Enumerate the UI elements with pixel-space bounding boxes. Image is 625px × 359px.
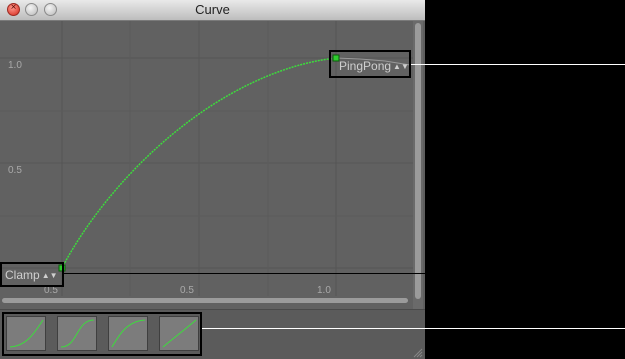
ease-in-curve-icon — [9, 319, 44, 348]
horizontal-scrollbar[interactable] — [2, 296, 410, 304]
presets-callout-line — [202, 328, 625, 329]
y-tick-label: 0.5 — [8, 165, 22, 176]
presets-bar — [0, 309, 425, 359]
resize-grip-icon[interactable] — [413, 348, 423, 358]
post-wrap-callout-line — [411, 64, 625, 65]
post-wrap-mode-label: PingPong — [339, 59, 392, 73]
pre-wrap-mode-select[interactable]: Clamp ▲▼ — [5, 268, 58, 282]
title-bar[interactable]: × Curve — [0, 0, 425, 21]
preset-ease-out[interactable] — [108, 316, 148, 351]
pre-wrap-mode-label: Clamp — [5, 268, 40, 282]
curve-window: × Curve 1.0 0.5 0.5 0.5 1.0 Clamp ▲▼ Pin… — [0, 0, 425, 359]
horizontal-scroll-thumb[interactable] — [2, 298, 408, 303]
x-tick-label: 1.0 — [317, 285, 331, 296]
window-title: Curve — [195, 2, 230, 17]
up-down-arrows-icon: ▲▼ — [41, 271, 58, 280]
post-wrap-mode-select[interactable]: PingPong ▲▼ — [339, 59, 409, 73]
preset-ease-in[interactable] — [6, 316, 46, 351]
linear-curve-icon — [162, 319, 197, 348]
preset-linear[interactable] — [159, 316, 199, 351]
pre-wrap-callout-line — [64, 273, 425, 274]
ease-out-curve-icon — [111, 319, 146, 348]
up-down-arrows-icon: ▲▼ — [393, 62, 409, 71]
s-curve-icon — [60, 319, 95, 348]
preset-s-curve[interactable] — [57, 316, 97, 351]
x-tick-label: 0.5 — [180, 285, 194, 296]
y-tick-label: 1.0 — [8, 60, 22, 71]
